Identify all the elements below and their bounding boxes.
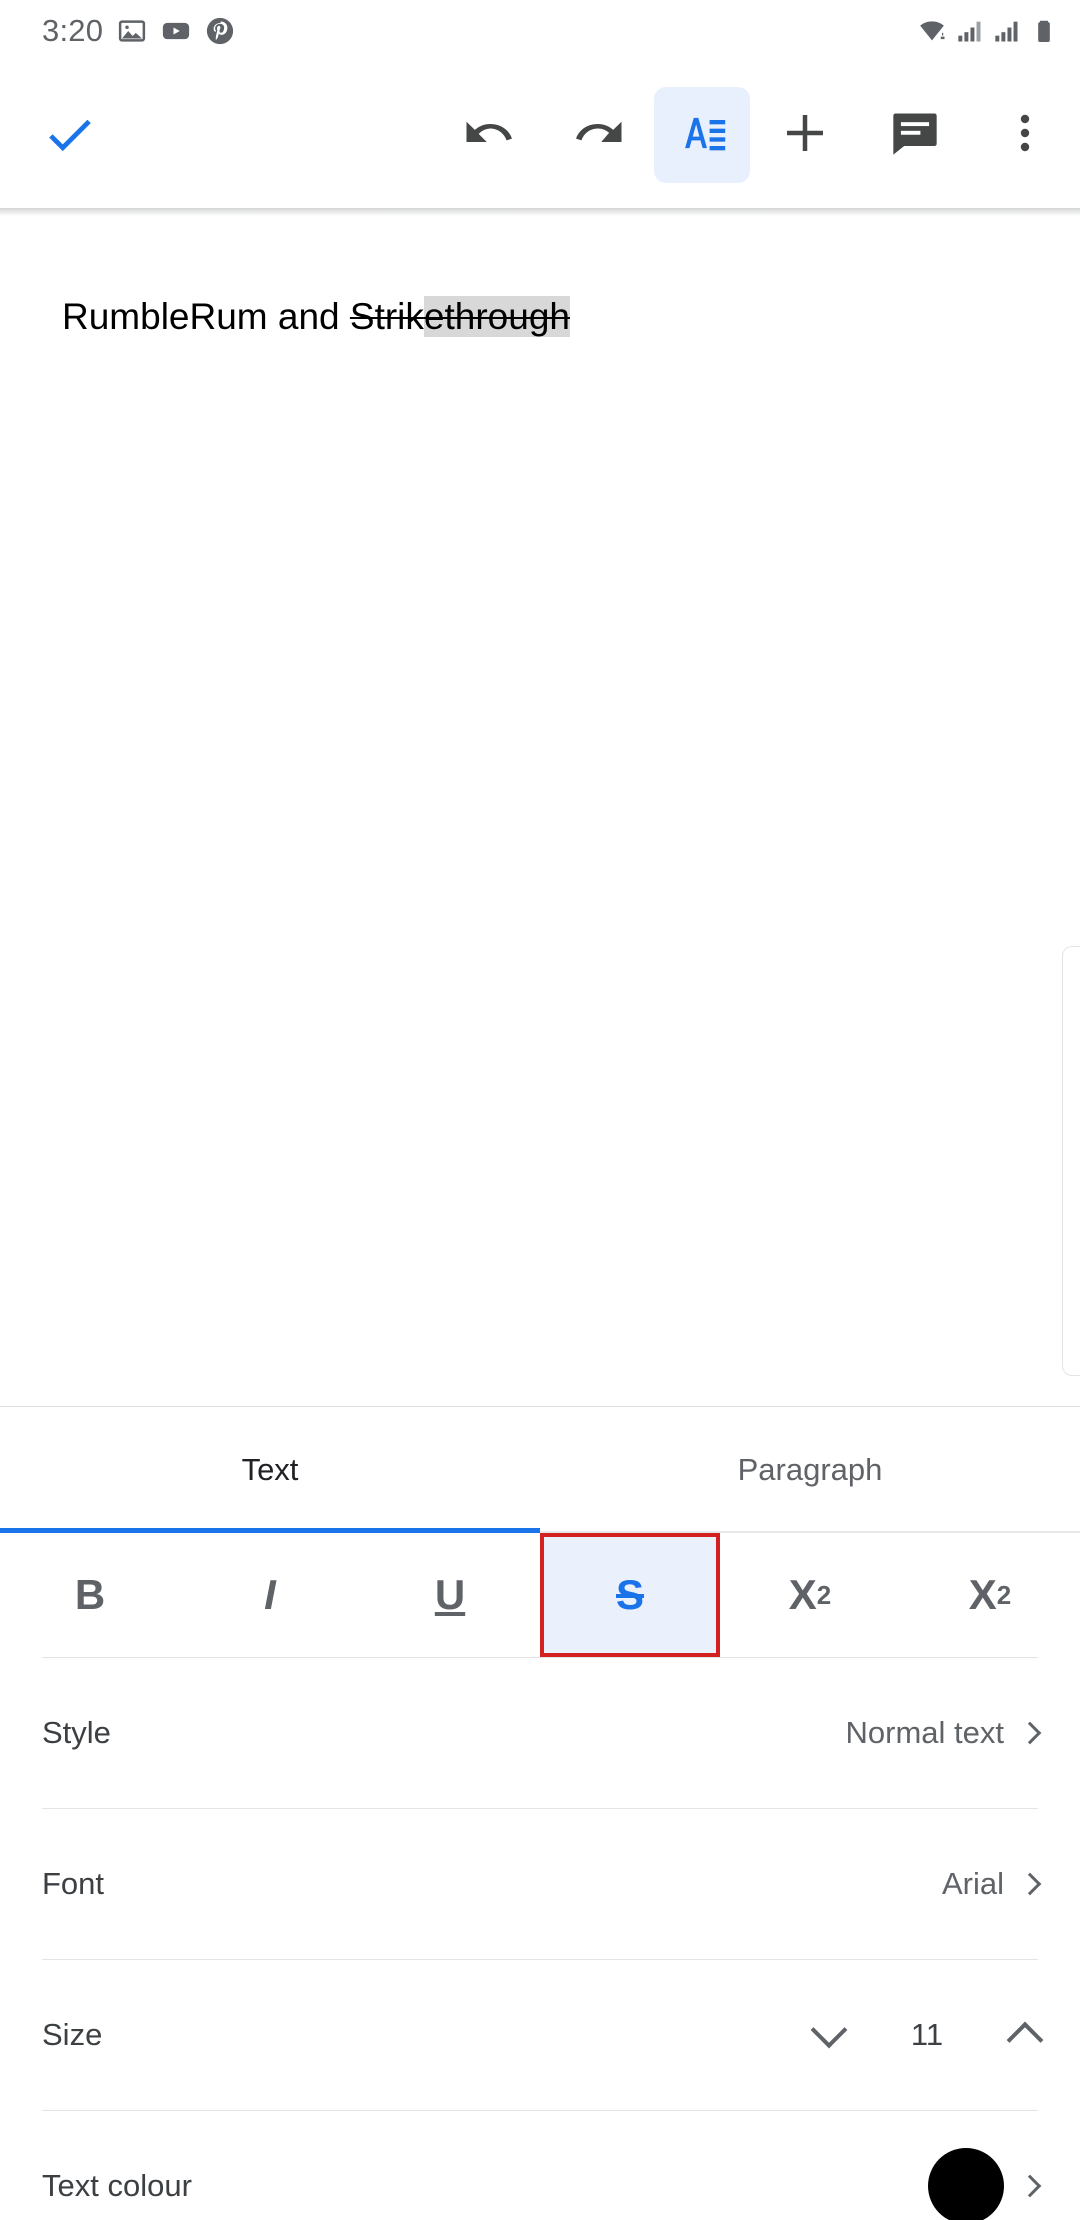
- style-value: Normal text: [845, 1715, 1004, 1750]
- text-colour-row[interactable]: Text colour: [0, 2111, 1080, 2220]
- more-options-button[interactable]: [970, 87, 1080, 183]
- text-colour-label: Text colour: [42, 2168, 192, 2203]
- doc-text-selection: ethrough: [423, 296, 570, 337]
- strikethrough-label: S: [615, 1571, 644, 1618]
- undo-button[interactable]: [434, 87, 544, 183]
- check-icon: [41, 104, 99, 167]
- done-button[interactable]: [0, 104, 140, 167]
- style-value-group: Normal text: [845, 1715, 1042, 1751]
- text-format-buttons: B I U S X2 X2: [0, 1533, 1080, 1657]
- increase-size-icon[interactable]: [1006, 2021, 1044, 2059]
- status-bar-clock: 3:20: [42, 13, 104, 48]
- size-stepper: 11: [810, 2011, 1044, 2059]
- bold-button[interactable]: B: [0, 1533, 180, 1657]
- status-bar: 3:20: [0, 0, 1080, 62]
- underline-button[interactable]: U: [360, 1533, 540, 1657]
- font-label: Font: [42, 1866, 105, 1901]
- document-canvas[interactable]: RumbleRum and Strikethrough: [0, 216, 1080, 1406]
- doc-text-strikethrough: Strik: [349, 296, 424, 337]
- undo-icon: [462, 106, 516, 165]
- font-value: Arial: [941, 1866, 1004, 1901]
- format-button[interactable]: [654, 87, 750, 183]
- wifi-icon: [917, 16, 947, 46]
- tab-paragraph[interactable]: Paragraph: [540, 1407, 1080, 1533]
- superscript-label: X: [788, 1571, 817, 1618]
- document-paragraph[interactable]: RumbleRum and Strikethrough: [62, 296, 570, 338]
- superscript-button[interactable]: X2: [720, 1533, 900, 1657]
- chevron-right-icon: [1018, 1721, 1042, 1745]
- comment-icon: [889, 107, 941, 164]
- insert-button[interactable]: [750, 87, 860, 183]
- decrease-size-icon[interactable]: [810, 2011, 848, 2049]
- doc-text-plain: RumbleRum and: [62, 296, 350, 337]
- style-label: Style: [42, 1715, 111, 1750]
- panel-tabs: Text Paragraph: [0, 1407, 1080, 1533]
- signal-bars-2-icon: [993, 17, 1021, 45]
- formatting-panel: Text Paragraph B I U S X2 X2 Style Norma…: [0, 1406, 1080, 2220]
- app-toolbar: [0, 62, 1080, 208]
- toolbar-actions: [434, 87, 1080, 183]
- comment-button[interactable]: [860, 87, 970, 183]
- italic-label: I: [264, 1571, 276, 1618]
- page-edge: [1062, 946, 1080, 1376]
- app-screen: 3:20 RumbleRum and Strikethrough Text Pa…: [0, 0, 1080, 2220]
- pinterest-icon: [205, 16, 235, 46]
- subscript-label: X: [968, 1571, 997, 1618]
- size-label: Size: [42, 2017, 103, 2052]
- subscript-button[interactable]: X2: [900, 1533, 1080, 1657]
- overflow-menu-icon: [1001, 109, 1049, 162]
- style-row[interactable]: Style Normal text: [0, 1658, 1080, 1808]
- tab-text[interactable]: Text: [0, 1407, 540, 1533]
- battery-icon: [1030, 17, 1058, 45]
- format-text-icon: [676, 107, 728, 164]
- size-value: 11: [910, 2017, 944, 2052]
- status-bar-left: 3:20: [42, 13, 235, 49]
- chevron-right-icon: [1018, 1872, 1042, 1896]
- status-bar-right: [917, 16, 1058, 46]
- bold-label: B: [74, 1571, 106, 1618]
- chevron-right-icon: [1018, 2174, 1042, 2198]
- font-row[interactable]: Font Arial: [0, 1809, 1080, 1959]
- signal-bars-icon: [956, 17, 984, 45]
- strikethrough-button[interactable]: S: [540, 1533, 720, 1657]
- redo-icon: [572, 106, 626, 165]
- subscript-index: 2: [996, 1579, 1012, 1610]
- toolbar-shadow: [0, 208, 1080, 216]
- youtube-icon: [161, 16, 191, 46]
- italic-button[interactable]: I: [180, 1533, 360, 1657]
- plus-icon: [778, 106, 832, 165]
- text-colour-swatch[interactable]: [928, 2148, 1004, 2220]
- font-value-group: Arial: [941, 1866, 1042, 1902]
- redo-button[interactable]: [544, 87, 654, 183]
- photos-icon: [117, 16, 147, 46]
- text-colour-value-group: [928, 2148, 1042, 2220]
- size-row: Size 11: [0, 1960, 1080, 2110]
- superscript-exponent: 2: [816, 1579, 832, 1610]
- underline-label: U: [434, 1571, 466, 1618]
